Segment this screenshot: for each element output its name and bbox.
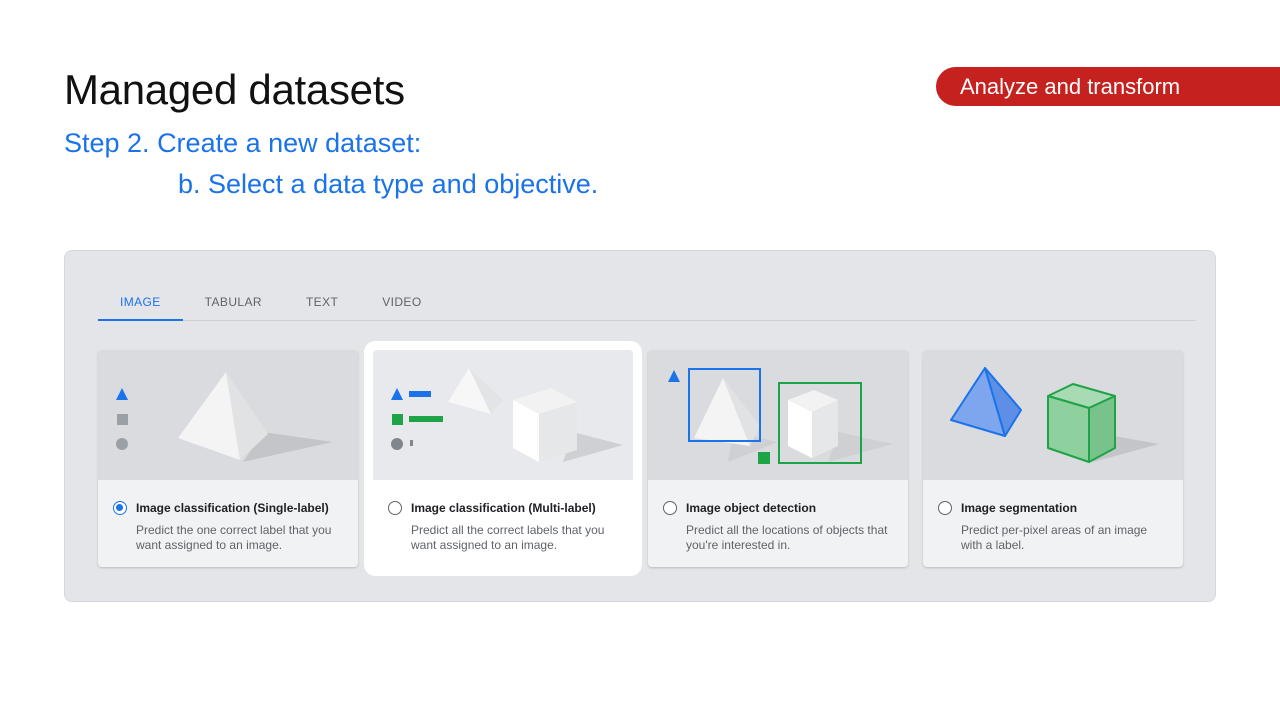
card-title: Image segmentation [961, 501, 1078, 515]
segmentation-icon [923, 350, 1183, 480]
tab-image[interactable]: IMAGE [98, 287, 183, 321]
multi-label-icon [373, 350, 633, 480]
card-image-segmentation[interactable]: Image segmentation Predict per-pixel are… [923, 350, 1183, 567]
card-description: Predict the one correct label that you w… [136, 523, 332, 552]
card-description: Predict per-pixel areas of an image with… [961, 523, 1148, 552]
card-image-classification-single[interactable]: Image classification (Single-label) Pred… [98, 350, 358, 567]
object-detection-icon [648, 350, 908, 480]
tab-tabular[interactable]: TABULAR [183, 287, 284, 321]
section-tag: Analyze and transform [936, 67, 1280, 106]
card-title: Image classification (Single-label) [136, 501, 329, 515]
card-image-object-detection[interactable]: Image object detection Predict all the l… [648, 350, 908, 567]
card-description: Predict all the locations of objects tha… [686, 523, 888, 552]
card-description: Predict all the correct labels that you … [411, 523, 605, 552]
card-title: Image object detection [686, 501, 817, 515]
radio-multi-label[interactable] [388, 501, 402, 515]
tab-video[interactable]: VIDEO [360, 287, 443, 321]
substep-heading: b. Select a data type and objective. [178, 169, 599, 199]
radio-object-detection[interactable] [663, 501, 677, 515]
data-type-tabs: IMAGE TABULAR TEXT VIDEO [98, 287, 1196, 321]
dataset-type-panel: IMAGE TABULAR TEXT VIDEO Image classific… [64, 250, 1216, 602]
radio-segmentation[interactable] [938, 501, 952, 515]
step-heading: Step 2. Create a new dataset: [64, 128, 422, 158]
single-label-icon [98, 350, 358, 480]
page-title: Managed datasets [64, 66, 405, 113]
card-image-classification-multi[interactable]: Image classification (Multi-label) Predi… [373, 350, 633, 567]
card-title: Image classification (Multi-label) [411, 501, 596, 515]
tab-text[interactable]: TEXT [284, 287, 360, 321]
radio-single-label[interactable] [113, 501, 127, 515]
